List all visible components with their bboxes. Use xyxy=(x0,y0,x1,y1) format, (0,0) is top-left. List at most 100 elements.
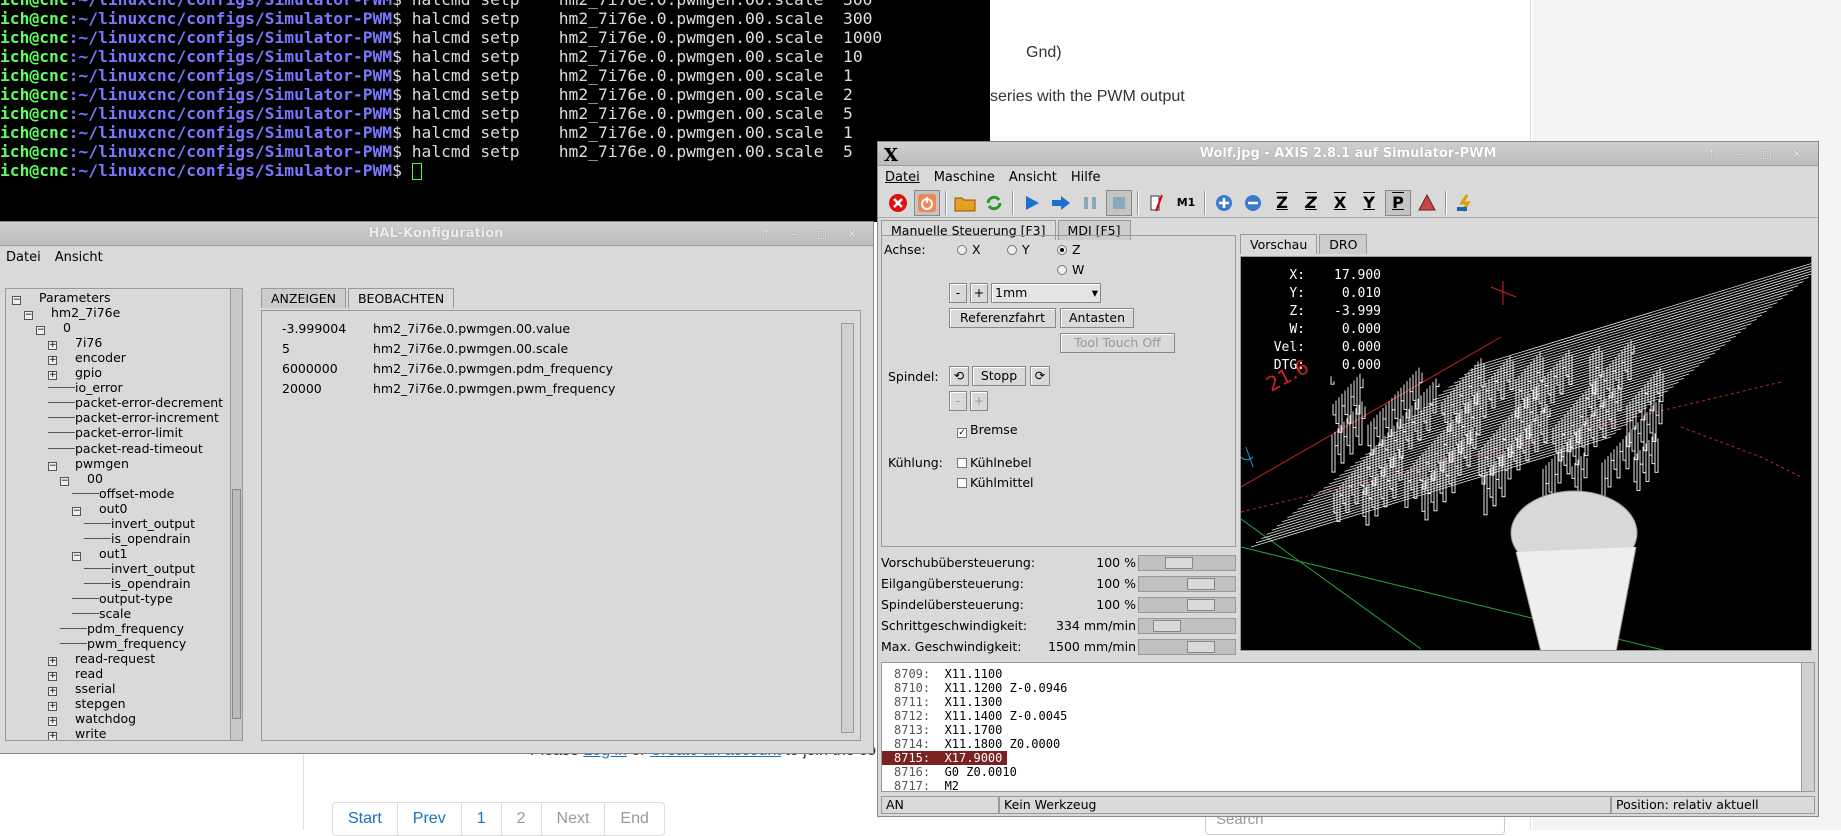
override-slider[interactable] xyxy=(1138,597,1236,613)
tab-dro[interactable]: DRO xyxy=(1319,234,1368,254)
hal-menu-datei[interactable]: Datei xyxy=(0,250,48,265)
tree-item[interactable]: offset-mode xyxy=(72,486,174,501)
tree-item[interactable]: − out0 xyxy=(72,501,127,516)
tree-item[interactable]: invert_output xyxy=(84,561,195,576)
jog-minus-button[interactable]: - xyxy=(949,283,967,303)
gcode-line[interactable]: 8712: X11.1400 Z-0.0045 xyxy=(894,709,1814,723)
optional-stop-icon[interactable]: M1 xyxy=(1173,190,1199,216)
override-slider[interactable] xyxy=(1138,576,1236,592)
override-slider[interactable] xyxy=(1138,555,1236,571)
gcode-line[interactable]: 8715: X17.9000 xyxy=(882,751,1007,765)
page-next[interactable]: Next xyxy=(542,803,606,835)
axis-menu-hilfe[interactable]: Hilfe xyxy=(1064,170,1108,185)
view-z2-icon[interactable]: Z xyxy=(1298,190,1324,216)
watch-scrollbar[interactable] xyxy=(841,323,854,733)
gcode-line[interactable]: 8710: X11.1200 Z-0.0946 xyxy=(894,681,1814,695)
collapse-icon[interactable]: − xyxy=(12,296,21,305)
slider-knob[interactable] xyxy=(1187,599,1215,611)
tree-item[interactable]: pwm_frequency xyxy=(60,636,186,651)
collapse-icon[interactable]: − xyxy=(72,551,81,561)
radio-w[interactable]: W xyxy=(1057,262,1084,277)
tree-item[interactable]: +7i76 xyxy=(48,335,102,351)
jog-plus-button[interactable]: + xyxy=(970,283,988,303)
gcode-listing[interactable]: 8709: X11.1100 8710: X11.1200 Z-0.0946 871… xyxy=(881,662,1815,793)
spindle-stop-button[interactable]: Stopp xyxy=(972,366,1026,386)
expand-icon[interactable]: + xyxy=(48,702,57,712)
estop-icon[interactable] xyxy=(885,190,911,216)
override-slider[interactable] xyxy=(1138,618,1236,634)
open-folder-icon[interactable] xyxy=(952,190,978,216)
gcode-line[interactable]: 8709: X11.1100 xyxy=(894,667,1814,681)
tree-item[interactable]: − hm2_7i76e xyxy=(24,305,120,321)
page-1[interactable]: 1 xyxy=(462,803,502,835)
tree-item[interactable]: io_error xyxy=(48,380,123,395)
radio-y[interactable]: Y xyxy=(1007,242,1030,257)
tree-item[interactable]: + gpio xyxy=(48,365,102,381)
tree-item[interactable]: + encoder xyxy=(48,350,126,366)
slider-knob[interactable] xyxy=(1187,641,1215,653)
slider-knob[interactable] xyxy=(1165,557,1193,569)
tree-item[interactable]: − out1 xyxy=(72,546,127,561)
gcode-line[interactable]: 8714: X11.1800 Z0.0000 xyxy=(894,737,1814,751)
radio-x[interactable]: X xyxy=(957,242,981,257)
tree-item[interactable]: − 00 xyxy=(60,471,103,486)
spindle-plus-button[interactable]: + xyxy=(970,391,988,411)
radio-z-circle[interactable] xyxy=(1057,245,1067,255)
expand-icon[interactable]: + xyxy=(48,371,57,381)
axis-window-controls[interactable]: ⇡ – ◻ ✕ xyxy=(1706,142,1810,166)
mist-checkbox[interactable]: Kühlnebel xyxy=(957,455,1032,470)
tree-scrollbar[interactable] xyxy=(230,289,242,740)
tab-anzeigen[interactable]: ANZEIGEN xyxy=(261,288,346,308)
watch-row[interactable]: 20000 hm2_7i76e.0.pwmgen.pwm_frequency xyxy=(282,381,615,396)
collapse-icon[interactable]: − xyxy=(24,311,33,321)
hal-tree[interactable]: − Parameters − hm2_7i76e −0 +7i76 + encoder + gpi… xyxy=(5,288,243,741)
tree-item[interactable]: packet-error-limit xyxy=(48,425,183,440)
tree-scroll-thumb[interactable] xyxy=(232,489,241,719)
collapse-icon[interactable]: − xyxy=(48,461,57,471)
collapse-icon[interactable]: − xyxy=(72,506,81,516)
tree-item[interactable]: is_opendrain xyxy=(84,576,191,591)
flood-check-icon[interactable] xyxy=(957,478,967,488)
tree-item[interactable]: + write xyxy=(48,726,106,740)
spindle-ccw-icon[interactable]: ⟲ xyxy=(949,366,969,386)
slider-knob[interactable] xyxy=(1187,578,1215,590)
watch-row[interactable]: -3.999004 hm2_7i76e.0.pwmgen.00.value xyxy=(282,321,570,336)
window-controls[interactable]: ⇡ – ◻ ✕ xyxy=(761,222,865,246)
tool-touch-off-button[interactable]: Tool Touch Off xyxy=(1060,333,1175,353)
view-y-icon[interactable]: Y xyxy=(1356,190,1382,216)
watch-row[interactable]: 6000000 hm2_7i76e.0.pwmgen.pdm_frequency xyxy=(282,361,613,376)
tree-item[interactable]: − pwmgen xyxy=(48,456,129,471)
page-start[interactable]: Start xyxy=(333,803,398,835)
tree-item[interactable]: + stepgen xyxy=(48,696,126,712)
axis-menu-maschine[interactable]: Maschine xyxy=(927,170,1002,185)
tree-item[interactable]: + read-request xyxy=(48,651,155,667)
tree-item[interactable]: + read xyxy=(48,666,103,682)
step-icon[interactable] xyxy=(1048,190,1074,216)
mist-check-icon[interactable] xyxy=(957,458,967,468)
gcode-scrollbar[interactable] xyxy=(1801,663,1814,791)
tree-item[interactable]: packet-error-increment xyxy=(48,410,219,425)
page-2[interactable]: 2 xyxy=(502,803,542,835)
stop-icon[interactable] xyxy=(1106,189,1132,216)
gcode-line[interactable]: 8713: X11.1700 xyxy=(894,723,1814,737)
brake-check-icon[interactable]: ✓ xyxy=(957,428,967,438)
touch-off-button[interactable]: Antasten xyxy=(1060,308,1134,328)
tree-item[interactable]: pdm_frequency xyxy=(60,621,184,636)
rotate-view-icon[interactable] xyxy=(1414,190,1440,216)
radio-y-circle[interactable] xyxy=(1007,245,1017,255)
tree-item[interactable]: −0 xyxy=(36,320,71,336)
expand-icon[interactable]: + xyxy=(48,687,57,697)
expand-icon[interactable]: + xyxy=(48,657,57,667)
page-end[interactable]: End xyxy=(605,803,663,835)
watch-list[interactable]: -3.999004 hm2_7i76e.0.pwmgen.00.value 5 hm2… xyxy=(261,310,861,741)
tree-item[interactable]: packet-error-decrement xyxy=(48,395,223,410)
gcode-line[interactable]: 8716: G0 Z0.0010 xyxy=(894,765,1814,779)
collapse-icon[interactable]: − xyxy=(36,326,45,336)
brake-checkbox[interactable]: ✓ Bremse xyxy=(957,422,1018,438)
slider-knob[interactable] xyxy=(1153,620,1181,632)
view-x-icon[interactable]: X xyxy=(1327,190,1353,216)
tree-item[interactable]: + watchdog xyxy=(48,711,136,727)
expand-icon[interactable]: + xyxy=(48,717,57,727)
override-slider[interactable] xyxy=(1138,639,1236,655)
radio-w-circle[interactable] xyxy=(1057,265,1067,275)
